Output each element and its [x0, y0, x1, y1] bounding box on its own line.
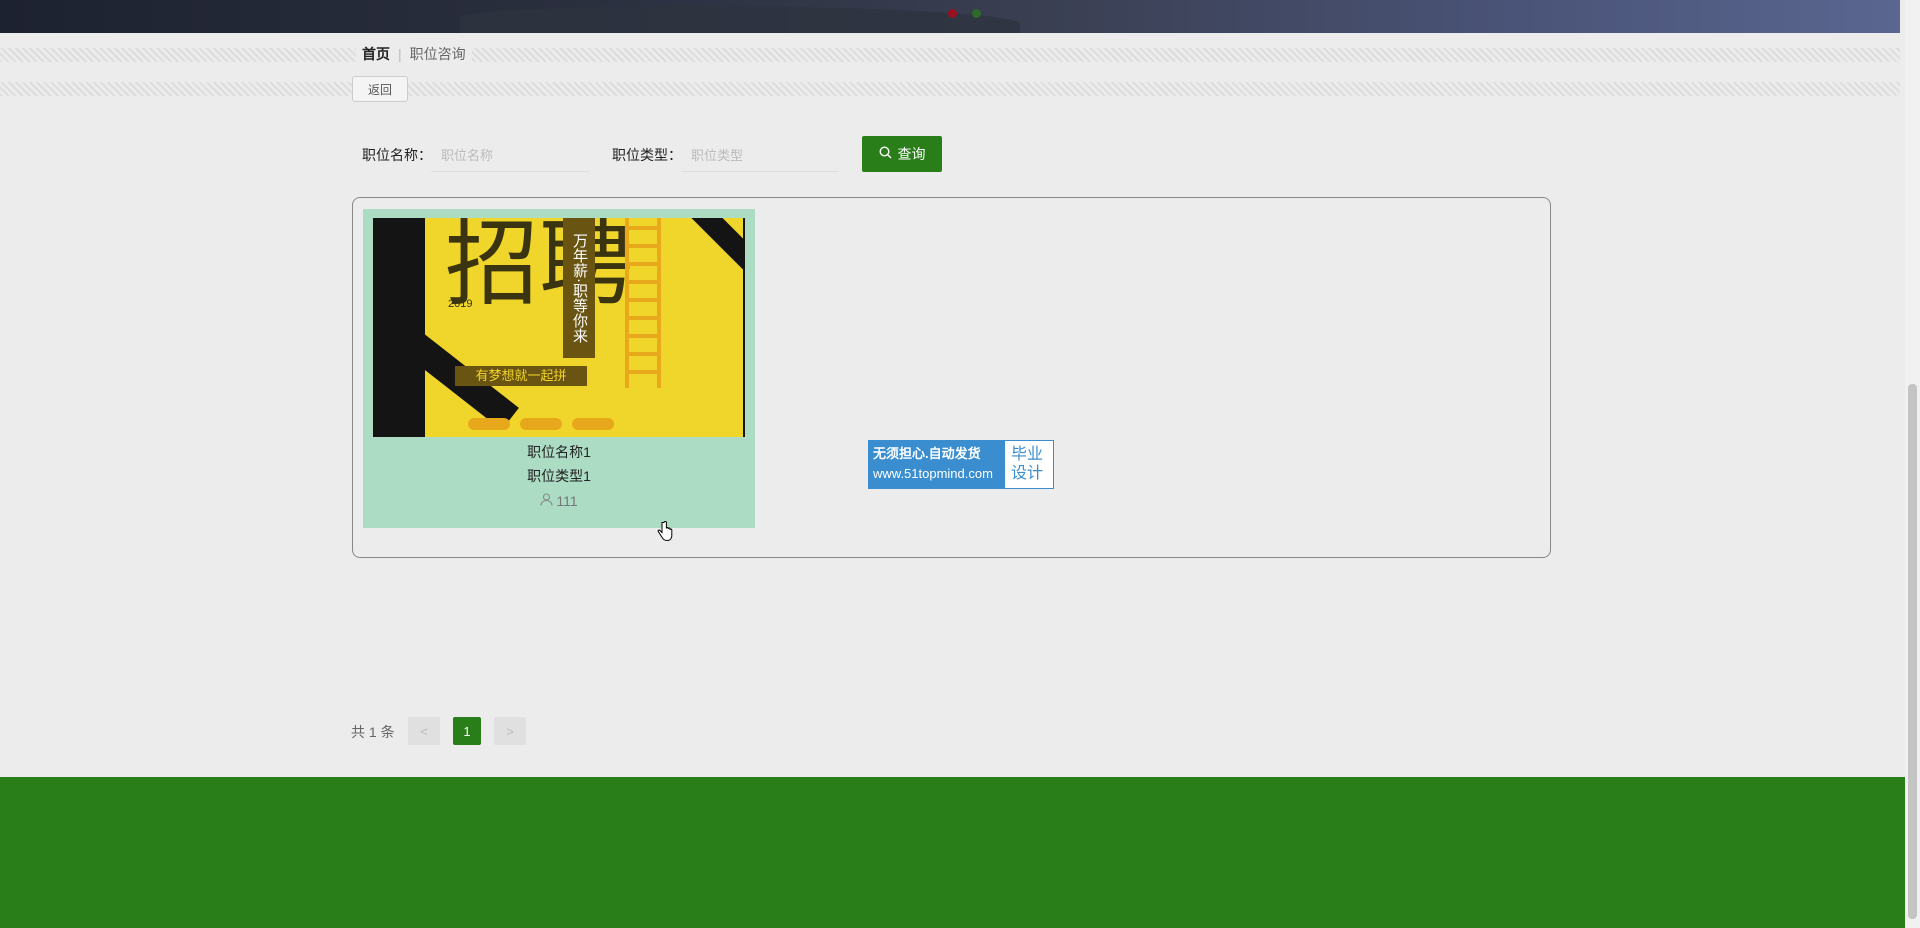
scrollbar-thumb[interactable] [1908, 384, 1917, 919]
breadcrumb-current: 职位咨询 [409, 46, 466, 62]
search-icon [878, 146, 892, 162]
hero-banner-strip [0, 0, 1900, 33]
promo-line-3: 毕业 [1011, 446, 1044, 463]
poster-headline: 招聘 [445, 218, 634, 319]
breadcrumb: 首页 | 职位咨询 [356, 44, 472, 64]
hatch-divider [0, 48, 1900, 62]
hand-cursor-icon [657, 521, 673, 548]
poster-ladder [625, 218, 661, 388]
job-name-label: 职位名称： [362, 147, 432, 163]
breadcrumb-separator: | [398, 46, 402, 62]
poster-tags [468, 418, 614, 430]
promo-left: 无须担心.自动发货 www.51topmind.com [869, 441, 1005, 488]
job-type-label: 职位类型： [612, 147, 682, 163]
pagination-prev-button[interactable]: < [408, 717, 440, 745]
banner-decoration [972, 9, 981, 18]
query-button-label: 查询 [897, 146, 926, 162]
breadcrumb-home[interactable]: 首页 [362, 44, 390, 64]
back-button[interactable]: 返回 [352, 76, 408, 102]
job-name-input[interactable] [431, 140, 589, 172]
promo-line-1: 无须担心.自动发货 [873, 446, 981, 461]
query-button[interactable]: 查询 [862, 136, 942, 172]
hatch-divider [0, 82, 1900, 96]
job-count-value: 111 [556, 493, 578, 509]
job-name[interactable]: 职位名称1 [363, 442, 755, 462]
job-card[interactable]: 招聘 2019 万年薪·职等你来 有梦想就一起拼 职位名称1 职位类型1 111 [363, 209, 755, 528]
job-poster-image[interactable]: 招聘 2019 万年薪·职等你来 有梦想就一起拼 [373, 218, 745, 437]
page-footer [0, 777, 1905, 928]
job-type-input[interactable] [681, 140, 839, 172]
pagination-next-button[interactable]: > [494, 717, 526, 745]
promo-right: 毕业 设计 [1005, 441, 1053, 488]
vertical-scrollbar[interactable] [1905, 0, 1920, 928]
job-count: 111 [363, 493, 755, 509]
poster-vertical-text: 万年薪·职等你来 [563, 218, 595, 358]
pagination-page-1[interactable]: 1 [453, 717, 481, 745]
poster-year: 2019 [448, 298, 473, 310]
poster-slogan: 有梦想就一起拼 [455, 366, 587, 386]
banner-decoration [948, 9, 957, 18]
pagination-total: 共 1 条 [351, 724, 395, 740]
promo-line-4: 设计 [1011, 465, 1044, 482]
job-type: 职位类型1 [527, 468, 591, 484]
promo-badge[interactable]: 无须担心.自动发货 www.51topmind.com 毕业 设计 [868, 440, 1054, 489]
user-icon [540, 493, 553, 509]
banner-rock [460, 6, 1020, 33]
promo-url: www.51topmind.com [873, 466, 993, 481]
